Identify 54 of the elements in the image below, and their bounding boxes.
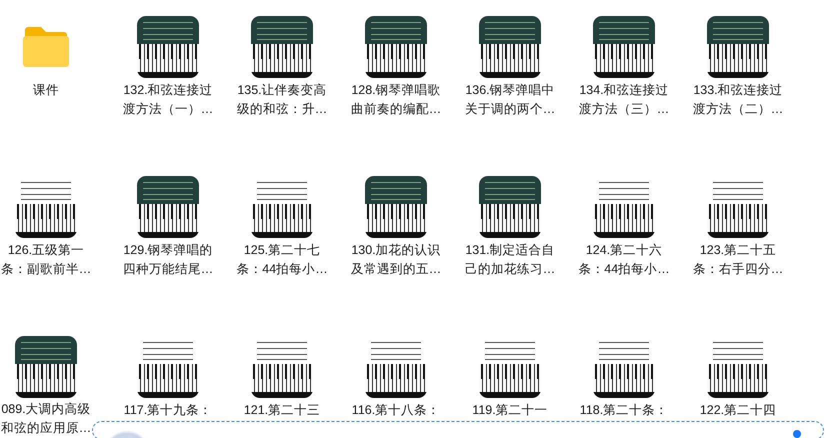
file-name: 136.钢琴弹唱中 关于调的两个… xyxy=(464,82,556,118)
file-item[interactable]: 118.第二十条： xyxy=(567,321,681,438)
video-thumbnail xyxy=(365,16,427,78)
file-name: 131.制定适合自 己的加花练习… xyxy=(464,242,556,278)
video-thumbnail xyxy=(251,16,313,78)
file-name: 121.第二十三 xyxy=(244,402,320,419)
file-item[interactable]: 124.第二十六 条：44拍每小… xyxy=(567,161,681,321)
file-item[interactable]: 126.五级第一 条：副歌前半… xyxy=(0,161,92,321)
status-dot-icon xyxy=(793,430,801,438)
file-item[interactable]: 089.大调内高级 和弦的应用原… xyxy=(0,321,92,438)
video-thumbnail xyxy=(479,176,541,238)
file-item[interactable]: 134.和弦连接过 渡方法（三）… xyxy=(567,1,681,161)
file-item[interactable]: 125.第二十七 条：44拍每小… xyxy=(225,161,339,321)
file-name: 126.五级第一 条：副歌前半… xyxy=(0,242,92,278)
file-name: 117.第十九条： xyxy=(124,402,212,419)
file-item[interactable]: 132.和弦连接过 渡方法（一）… xyxy=(111,1,225,161)
file-name: 119.第二十一 xyxy=(472,402,548,419)
video-thumbnail xyxy=(707,16,769,78)
video-thumbnail xyxy=(137,16,199,78)
folder-icon xyxy=(22,26,70,68)
file-item[interactable]: 116.第十八条： xyxy=(339,321,453,438)
file-name: 130.加花的认识 及常遇到的五… xyxy=(350,242,442,278)
video-thumbnail xyxy=(365,176,427,238)
file-item[interactable]: 119.第二十一 xyxy=(453,321,567,438)
file-item[interactable]: 130.加花的认识 及常遇到的五… xyxy=(339,161,453,321)
file-item[interactable]: 133.和弦连接过 渡方法（二）… xyxy=(681,1,795,161)
file-name: 132.和弦连接过 渡方法（一）… xyxy=(122,82,214,118)
file-item[interactable]: 128.钢琴弹唱歌 曲前奏的编配… xyxy=(339,1,453,161)
file-name: 116.第十八条： xyxy=(352,402,440,419)
file-name: 125.第二十七 条：44拍每小… xyxy=(236,242,328,278)
file-item[interactable]: 123.第二十五 条：右手四分… xyxy=(681,161,795,321)
file-item[interactable]: 122.第二十四 xyxy=(681,321,795,438)
file-item[interactable]: 135.让伴奏变高 级的和弦：升… xyxy=(225,1,339,161)
file-name: 123.第二十五 条：右手四分… xyxy=(692,242,784,278)
file-item[interactable]: 117.第十九条： xyxy=(111,321,225,438)
file-name: 134.和弦连接过 渡方法（三）… xyxy=(578,82,670,118)
file-name: 124.第二十六 条：44拍每小… xyxy=(578,242,670,278)
file-item[interactable]: 136.钢琴弹唱中 关于调的两个… xyxy=(453,1,567,161)
file-name: 课件 xyxy=(33,82,59,99)
file-name: 118.第二十条： xyxy=(580,402,668,419)
file-name: 129.钢琴弹唱的 四种万能结尾… xyxy=(122,242,214,278)
file-item[interactable]: 课件 xyxy=(0,1,92,161)
video-thumbnail xyxy=(479,16,541,78)
file-item[interactable]: 131.制定适合自 己的加花练习… xyxy=(453,161,567,321)
video-thumbnail xyxy=(15,336,77,398)
file-name: 089.大调内高级 和弦的应用原… xyxy=(0,401,92,437)
file-name: 128.钢琴弹唱歌 曲前奏的编配… xyxy=(350,82,442,118)
video-thumbnail xyxy=(593,16,655,78)
file-item[interactable]: 121.第二十三 xyxy=(225,321,339,438)
file-name: 133.和弦连接过 渡方法（二）… xyxy=(692,82,784,118)
video-thumbnail xyxy=(137,176,199,238)
file-item[interactable]: 129.钢琴弹唱的 四种万能结尾… xyxy=(111,161,225,321)
file-name: 122.第二十四 xyxy=(700,402,776,419)
file-name: 135.让伴奏变高 级的和弦：升… xyxy=(236,82,328,118)
